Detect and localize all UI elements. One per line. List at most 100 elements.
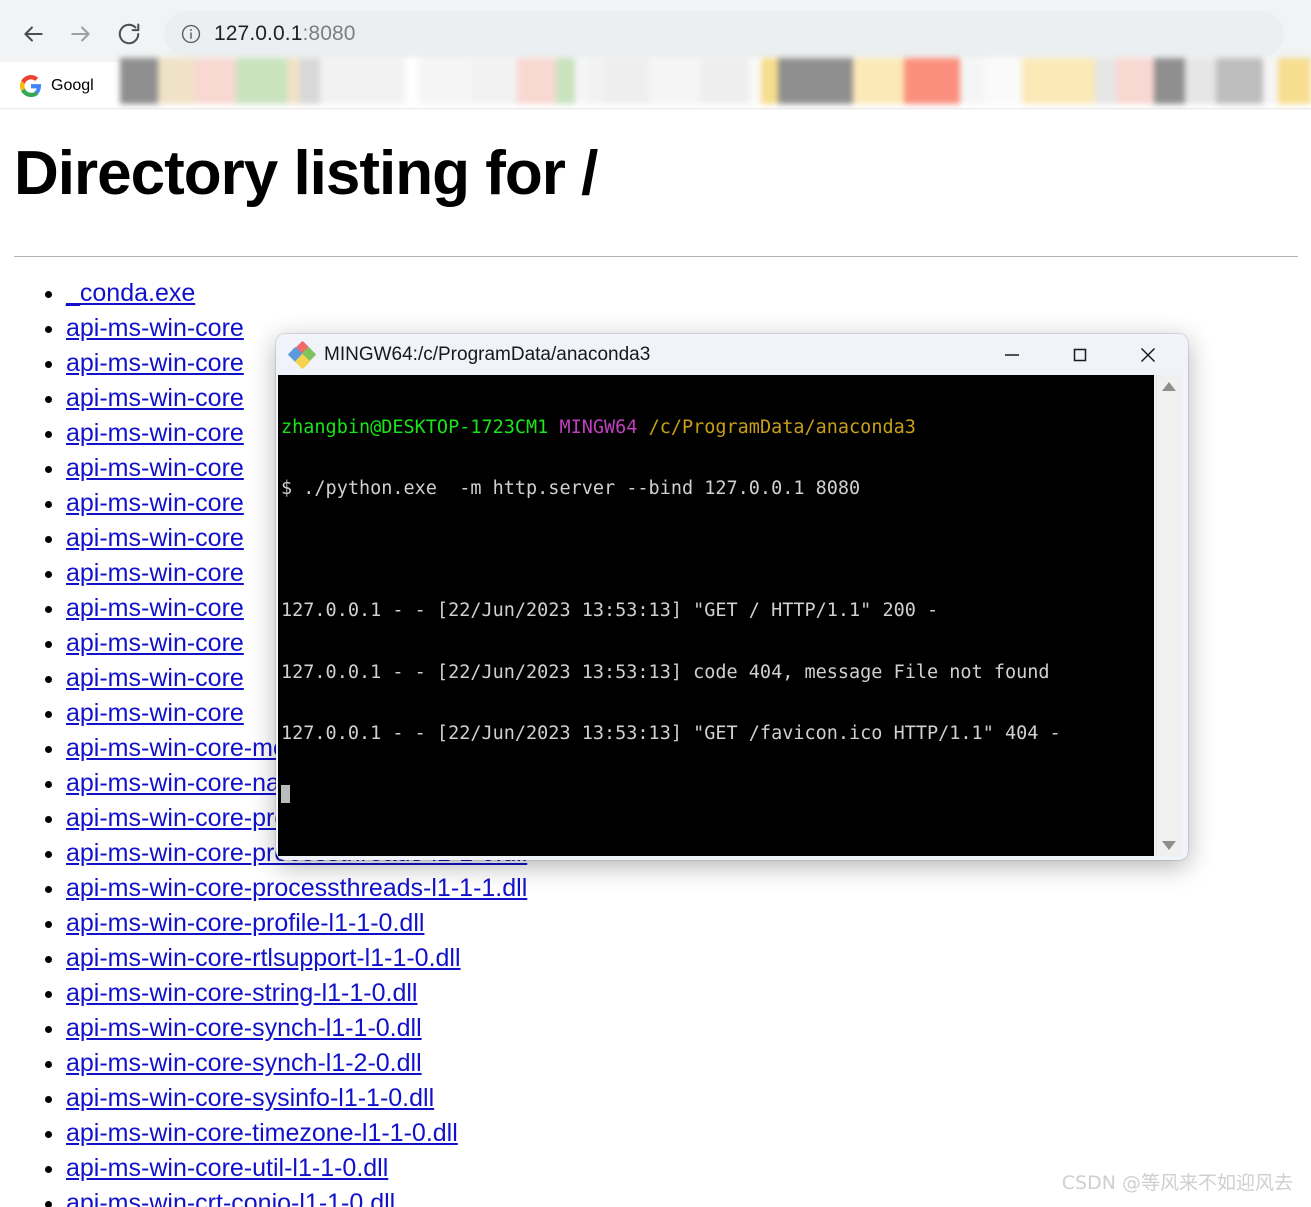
file-link[interactable]: api-ms-win-core bbox=[66, 699, 244, 727]
file-link[interactable]: api-ms-win-crt-conio-l1-1-0.dll bbox=[66, 1189, 395, 1207]
redacted-bookmark-block bbox=[236, 58, 287, 104]
file-link[interactable]: api-ms-win-core bbox=[66, 594, 244, 622]
maximize-icon bbox=[1073, 348, 1087, 361]
mingw64-terminal-window[interactable]: MINGW64:/c/ProgramData/anaconda3 zhangbi… bbox=[276, 334, 1188, 860]
reload-button[interactable] bbox=[108, 13, 150, 55]
list-item: api-ms-win-core-profile-l1-1-0.dll bbox=[66, 906, 1306, 941]
redacted-bookmark-block bbox=[1095, 58, 1116, 104]
scroll-down-button[interactable] bbox=[1157, 834, 1181, 856]
bookmark-google[interactable]: Googl bbox=[14, 67, 100, 105]
file-link[interactable]: api-ms-win-core bbox=[66, 314, 244, 342]
redacted-bookmark-block bbox=[320, 58, 377, 104]
terminal-output-area[interactable]: zhangbin@DESKTOP-1723CM1 MINGW64 /c/Prog… bbox=[278, 375, 1154, 856]
file-link[interactable]: api-ms-win-core bbox=[66, 419, 244, 447]
list-item: api-ms-win-core-rtlsupport-l1-1-0.dll bbox=[66, 941, 1306, 976]
file-link[interactable]: api-ms-win-core-synch-l1-2-0.dll bbox=[66, 1049, 422, 1077]
close-button[interactable] bbox=[1120, 334, 1176, 375]
redacted-bookmark-block bbox=[649, 58, 700, 104]
browser-chrome: 127.0.0.1:8080 Googl bbox=[0, 0, 1311, 110]
file-link[interactable]: api-ms-win-core bbox=[66, 489, 244, 517]
redacted-bookmark-block bbox=[287, 58, 300, 104]
file-link[interactable]: api-ms-win-core bbox=[66, 384, 244, 412]
terminal-command-line: $ ./python.exe -m http.server --bind 127… bbox=[281, 478, 861, 500]
redacted-bookmark-block bbox=[1216, 58, 1263, 104]
redacted-bookmark-block bbox=[158, 58, 194, 104]
redacted-bookmark-block bbox=[472, 58, 517, 104]
google-logo-icon bbox=[20, 75, 42, 97]
file-link[interactable]: api-ms-win-core-rtlsupport-l1-1-0.dll bbox=[66, 944, 461, 972]
redacted-bookmark-block bbox=[194, 58, 236, 104]
mingw64-diamond-icon bbox=[287, 340, 317, 369]
redacted-bookmark-block bbox=[806, 58, 853, 104]
terminal-prompt-line: zhangbin@DESKTOP-1723CM1 MINGW64 /c/Prog… bbox=[281, 416, 1061, 438]
prompt-user-host: zhangbin@DESKTOP-1723CM1 bbox=[281, 416, 549, 438]
terminal-titlebar[interactable]: MINGW64:/c/ProgramData/anaconda3 bbox=[276, 334, 1188, 375]
scroll-up-button[interactable] bbox=[1157, 375, 1181, 397]
redacted-bookmark-block bbox=[377, 58, 405, 104]
redacted-bookmark-block bbox=[605, 58, 649, 104]
file-link[interactable]: api-ms-win-core bbox=[66, 524, 244, 552]
page-divider bbox=[14, 256, 1298, 257]
list-item: api-ms-win-core-sysinfo-l1-1-0.dll bbox=[66, 1081, 1306, 1116]
file-link[interactable]: api-ms-win-core-string-l1-1-0.dll bbox=[66, 979, 417, 1007]
file-link[interactable]: api-ms-win-core bbox=[66, 349, 244, 377]
redacted-bookmark-block bbox=[1263, 58, 1278, 104]
redacted-bookmark-block bbox=[1278, 58, 1311, 104]
file-link[interactable]: api-ms-win-core-profile-l1-1-0.dll bbox=[66, 909, 424, 937]
file-link[interactable]: api-ms-win-core-sysinfo-l1-1-0.dll bbox=[66, 1084, 434, 1112]
prompt-shell: MINGW64 bbox=[559, 416, 638, 438]
file-link[interactable]: api-ms-win-core bbox=[66, 664, 244, 692]
file-link[interactable]: api-ms-win-core-timezone-l1-1-0.dll bbox=[66, 1119, 458, 1147]
redacted-bookmark-block bbox=[853, 58, 904, 104]
redacted-bookmark-block bbox=[1185, 58, 1216, 104]
redacted-bookmark-block bbox=[1154, 58, 1185, 104]
terminal-scrollbar[interactable] bbox=[1156, 375, 1181, 856]
triangle-down-icon bbox=[1162, 840, 1176, 850]
redacted-bookmark-block bbox=[923, 58, 960, 104]
terminal-log-line: 127.0.0.1 - - [22/Jun/2023 13:53:13] cod… bbox=[281, 661, 1050, 683]
triangle-up-icon bbox=[1162, 381, 1176, 391]
file-link[interactable]: api-ms-win-core bbox=[66, 559, 244, 587]
terminal-cursor-line bbox=[281, 785, 1061, 805]
csdn-watermark: CSDN @等风来不如迎风去 bbox=[1061, 1172, 1293, 1194]
list-item: api-ms-win-core-processthreads-l1-1-1.dl… bbox=[66, 871, 1306, 906]
arrow-right-icon bbox=[71, 26, 90, 42]
file-link[interactable]: api-ms-win-core bbox=[66, 629, 244, 657]
redacted-bookmark-block bbox=[1116, 58, 1154, 104]
redacted-bookmark-block bbox=[418, 58, 472, 104]
terminal-log-line: 127.0.0.1 - - [22/Jun/2023 13:53:13] "GE… bbox=[281, 600, 939, 622]
page-content: Directory listing for / _conda.exe api-ms… bbox=[0, 110, 1311, 1207]
address-bar[interactable]: 127.0.0.1:8080 bbox=[164, 11, 1284, 57]
close-icon bbox=[1140, 347, 1156, 362]
minimize-button[interactable] bbox=[984, 334, 1040, 375]
back-button[interactable] bbox=[12, 13, 54, 55]
file-link[interactable]: api-ms-win-core bbox=[66, 454, 244, 482]
redacted-bookmark-block bbox=[750, 58, 761, 104]
list-item: api-ms-win-core-synch-l1-1-0.dll bbox=[66, 1011, 1306, 1046]
bookmark-google-label: Googl bbox=[51, 77, 94, 94]
forward-button[interactable] bbox=[60, 13, 102, 55]
scrollbar-thumb[interactable] bbox=[1157, 397, 1181, 834]
terminal-cursor bbox=[281, 785, 290, 804]
reload-icon bbox=[118, 23, 140, 45]
redacted-bookmark-block bbox=[761, 58, 778, 104]
maximize-button[interactable] bbox=[1052, 334, 1108, 375]
redacted-bookmark-block bbox=[960, 58, 984, 104]
file-link[interactable]: api-ms-win-core-util-l1-1-0.dll bbox=[66, 1154, 388, 1182]
redacted-bookmark-block bbox=[300, 58, 320, 104]
browser-navigation-bar: 127.0.0.1:8080 bbox=[0, 0, 1311, 66]
file-link[interactable]: api-ms-win-core-processthreads-l1-1-1.dl… bbox=[66, 874, 527, 902]
address-bar-text: 127.0.0.1:8080 bbox=[214, 22, 356, 46]
list-item: api-ms-win-core-string-l1-1-0.dll bbox=[66, 976, 1306, 1011]
url-port: :8080 bbox=[302, 22, 356, 45]
minimize-icon bbox=[1005, 353, 1019, 356]
info-circle-icon[interactable] bbox=[180, 23, 202, 45]
file-link[interactable]: api-ms-win-core-synch-l1-1-0.dll bbox=[66, 1014, 422, 1042]
terminal-lines: zhangbin@DESKTOP-1723CM1 MINGW64 /c/Prog… bbox=[281, 377, 1061, 846]
bookmarks-redacted-strip[interactable] bbox=[120, 58, 1311, 104]
file-link[interactable]: _conda.exe bbox=[66, 279, 195, 307]
redacted-bookmark-block bbox=[575, 58, 588, 104]
redacted-bookmark-block bbox=[1022, 58, 1066, 104]
terminal-log-line: 127.0.0.1 - - [22/Jun/2023 13:53:13] "GE… bbox=[281, 722, 1061, 744]
redacted-bookmark-block bbox=[120, 58, 158, 104]
